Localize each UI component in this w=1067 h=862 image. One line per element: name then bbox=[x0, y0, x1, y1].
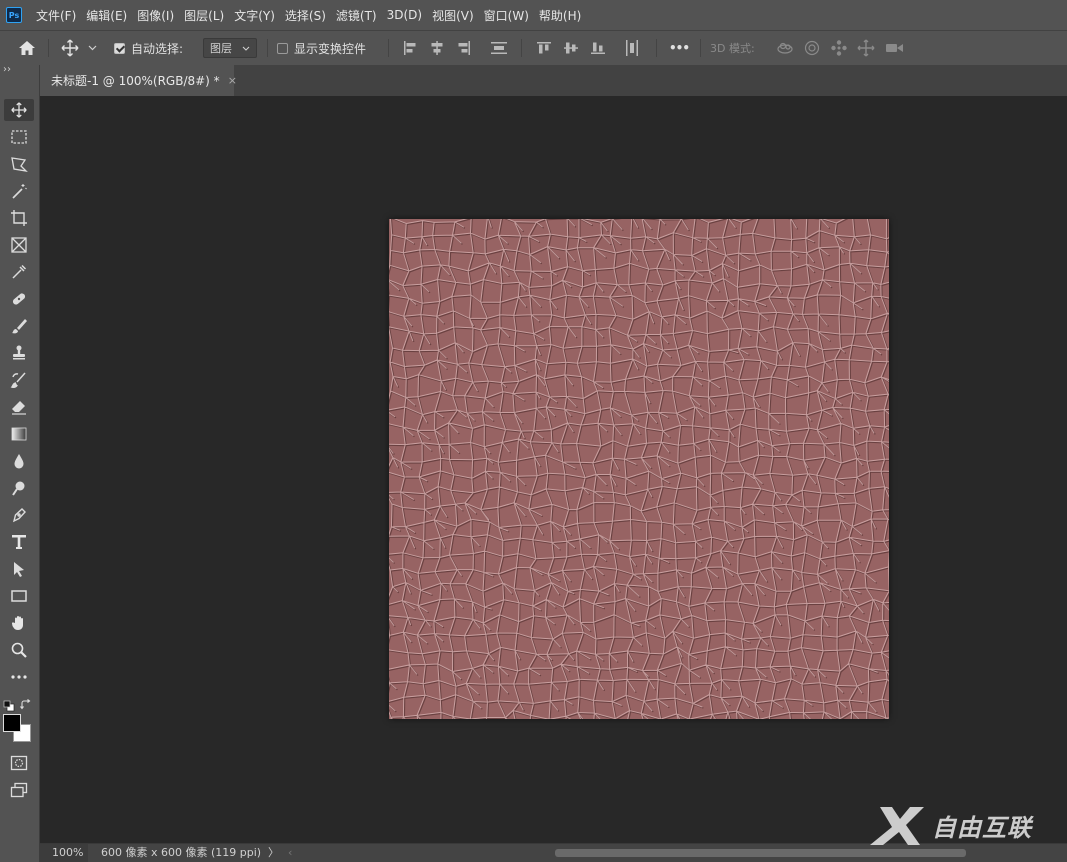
checkbox-checked-icon bbox=[114, 42, 125, 54]
clone-stamp-tool-icon[interactable] bbox=[4, 342, 34, 364]
eyedropper-tool-icon[interactable] bbox=[4, 261, 34, 283]
menu-view[interactable]: 视图(V) bbox=[427, 7, 479, 24]
history-brush-tool-icon[interactable] bbox=[4, 369, 34, 391]
align-vertical-center-icon[interactable] bbox=[563, 31, 579, 65]
brush-tool-icon[interactable] bbox=[4, 315, 34, 337]
polygonal-lasso-tool-icon[interactable] bbox=[4, 153, 34, 175]
options-bar: 自动选择: 图层 显示变换控件 ••• 3D 模式: bbox=[0, 30, 1067, 65]
align-right-icon[interactable] bbox=[456, 31, 472, 65]
screen-mode-icon[interactable] bbox=[4, 779, 34, 801]
menu-help[interactable]: 帮助(H) bbox=[534, 7, 586, 24]
rectangle-tool-icon[interactable] bbox=[4, 585, 34, 607]
document-tab-title: 未标题-1 @ 100%(RGB/8#) * bbox=[51, 74, 220, 88]
crop-tool-icon[interactable] bbox=[4, 207, 34, 229]
menu-bar: Ps 文件(F) 编辑(E) 图像(I) 图层(L) 文字(Y) 选择(S) 滤… bbox=[0, 0, 1067, 30]
zoom-tool-icon[interactable] bbox=[4, 639, 34, 661]
eraser-tool-icon[interactable] bbox=[4, 396, 34, 418]
menu-filter[interactable]: 滤镜(T) bbox=[331, 7, 382, 24]
panel-collapse-icon[interactable]: ›› bbox=[0, 65, 39, 81]
menu-type[interactable]: 文字(Y) bbox=[229, 7, 280, 24]
stone-texture-image bbox=[384, 214, 923, 753]
document-tab-strip: 未标题-1 @ 100%(RGB/8#) * × bbox=[40, 65, 1067, 96]
more-options-icon[interactable]: ••• bbox=[669, 41, 690, 55]
menu-edit[interactable]: 编辑(E) bbox=[81, 7, 132, 24]
menu-select[interactable]: 选择(S) bbox=[280, 7, 331, 24]
watermark: 自由互联 bbox=[870, 800, 1055, 850]
drag-3d-icon[interactable] bbox=[830, 31, 848, 65]
home-icon[interactable] bbox=[17, 31, 37, 65]
scale-3d-camera-icon[interactable] bbox=[884, 31, 906, 65]
distribute-horizontal-icon[interactable] bbox=[624, 31, 640, 65]
auto-select-target-value: 图层 bbox=[210, 42, 232, 55]
gradient-tool-icon[interactable] bbox=[4, 423, 34, 445]
quick-mask-icon[interactable] bbox=[4, 752, 34, 774]
watermark-x-logo bbox=[870, 807, 924, 845]
dodge-tool-icon[interactable] bbox=[4, 477, 34, 499]
watermark-text: 自由互联 bbox=[932, 813, 1032, 842]
rectangular-marquee-tool-icon[interactable] bbox=[4, 126, 34, 148]
menu-file[interactable]: 文件(F) bbox=[31, 7, 81, 24]
edit-toolbar-icon[interactable] bbox=[4, 666, 34, 688]
document-tab[interactable]: 未标题-1 @ 100%(RGB/8#) * × bbox=[40, 65, 237, 96]
chevron-down-icon[interactable] bbox=[88, 31, 97, 65]
auto-select-label: 自动选择: bbox=[131, 41, 184, 56]
orbit-3d-icon[interactable] bbox=[775, 31, 795, 65]
document-info: 600 像素 x 600 像素 (119 ppi) bbox=[101, 846, 262, 859]
align-bottom-icon[interactable] bbox=[590, 31, 606, 65]
path-selection-tool-icon[interactable] bbox=[4, 558, 34, 580]
photoshop-logo[interactable]: Ps bbox=[6, 7, 22, 23]
auto-select-checkbox[interactable] bbox=[114, 31, 125, 65]
menu-image[interactable]: 图像(I) bbox=[132, 7, 179, 24]
zoom-level-field[interactable]: 100% bbox=[40, 844, 88, 862]
horizontal-scrollbar-thumb[interactable] bbox=[555, 849, 966, 857]
slide-3d-icon[interactable] bbox=[857, 31, 875, 65]
show-transform-checkbox[interactable] bbox=[277, 31, 288, 65]
type-tool-icon[interactable] bbox=[4, 531, 34, 553]
default-colors-icon[interactable] bbox=[3, 697, 15, 712]
roll-3d-icon[interactable] bbox=[803, 31, 821, 65]
distribute-vertical-icon[interactable] bbox=[490, 31, 508, 65]
show-transform-label: 显示变换控件 bbox=[294, 41, 367, 56]
document-canvas[interactable] bbox=[384, 214, 923, 753]
menu-layer[interactable]: 图层(L) bbox=[179, 7, 229, 24]
hand-tool-icon[interactable] bbox=[4, 612, 34, 634]
align-horizontal-center-icon[interactable] bbox=[429, 31, 445, 65]
checkbox-unchecked-icon bbox=[277, 42, 288, 54]
align-left-icon[interactable] bbox=[402, 31, 418, 65]
frame-tool-icon[interactable] bbox=[4, 234, 34, 256]
foreground-color-swatch[interactable] bbox=[3, 714, 21, 732]
spot-healing-tool-icon[interactable] bbox=[4, 288, 34, 310]
swap-colors-icon[interactable] bbox=[20, 696, 32, 710]
pen-tool-icon[interactable] bbox=[4, 504, 34, 526]
chevron-down-icon bbox=[242, 46, 250, 51]
menu-window[interactable]: 窗口(W) bbox=[479, 7, 534, 24]
align-top-icon[interactable] bbox=[536, 31, 552, 65]
magic-wand-tool-icon[interactable] bbox=[4, 180, 34, 202]
auto-select-target-dropdown[interactable]: 图层 bbox=[203, 38, 257, 58]
3d-mode-label: 3D 模式: bbox=[710, 42, 755, 55]
blur-tool-icon[interactable] bbox=[4, 450, 34, 472]
move-tool-icon[interactable] bbox=[4, 99, 34, 121]
scroll-left-icon[interactable]: ‹ bbox=[288, 844, 292, 862]
canvas-area[interactable] bbox=[40, 96, 1067, 843]
status-menu-arrow-icon[interactable]: 〉 bbox=[268, 844, 279, 862]
tools-panel: ›› bbox=[0, 65, 40, 862]
move-tool-preset-icon[interactable] bbox=[60, 31, 80, 65]
menu-3d[interactable]: 3D(D) bbox=[382, 8, 427, 22]
close-icon[interactable]: × bbox=[228, 74, 237, 87]
